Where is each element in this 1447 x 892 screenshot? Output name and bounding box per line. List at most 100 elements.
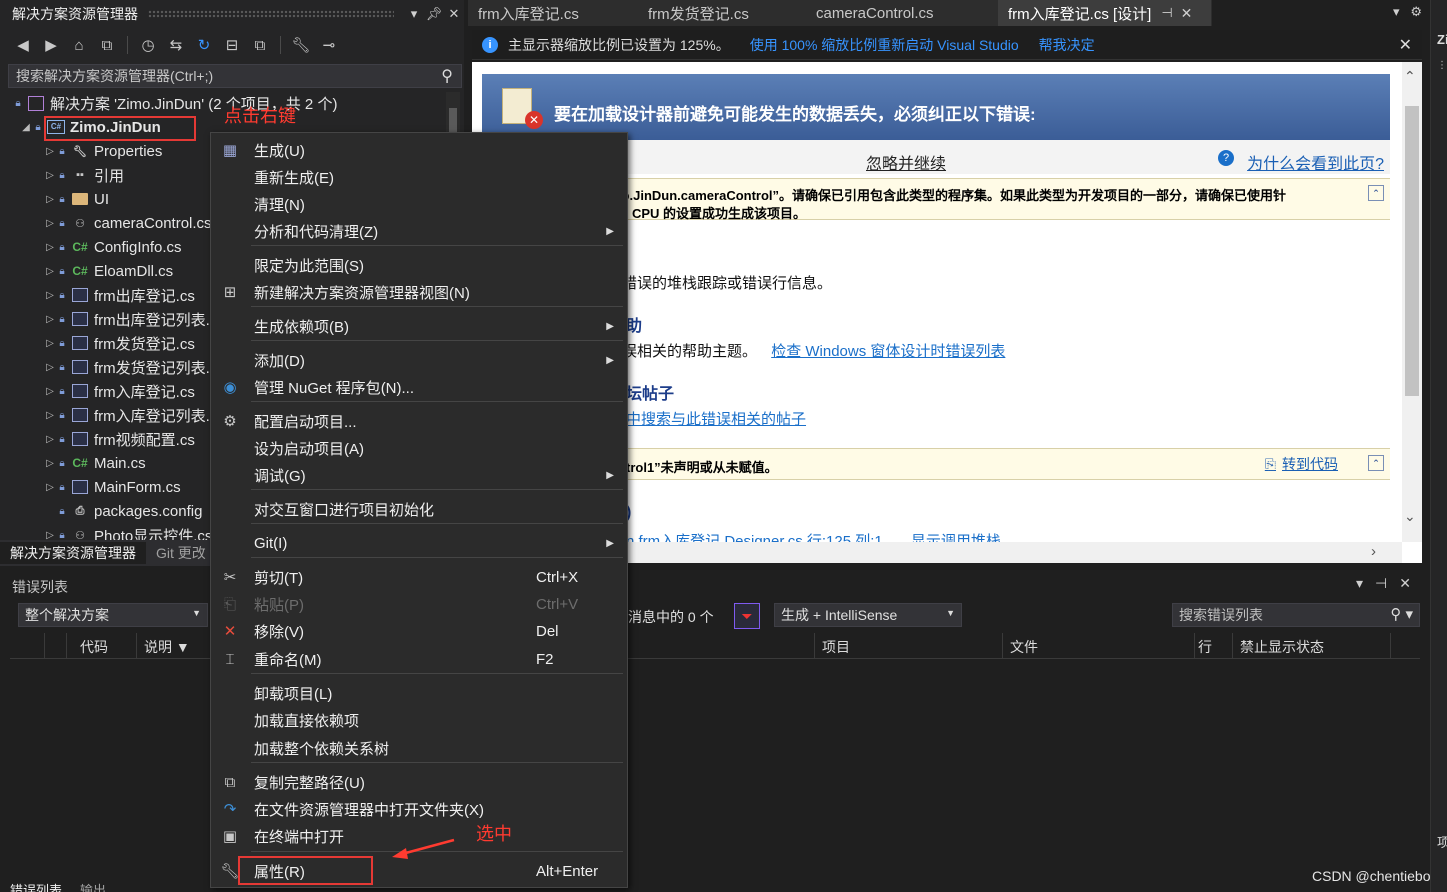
close-icon[interactable]: ✕ [1181, 5, 1193, 22]
properties-wrench-icon[interactable]: 🔧︎ [290, 34, 312, 56]
menu-item[interactable]: 限定为此范围(S) [212, 252, 626, 278]
solution-search-input[interactable]: 搜索解决方案资源管理器(Ctrl+;) ⚲ [8, 64, 462, 88]
side-panel-label-bottom[interactable]: 项 [1437, 832, 1447, 851]
expand-arrow-icon[interactable]: ▷ [44, 530, 56, 541]
scroll-up-icon[interactable]: ⌃ [1404, 68, 1416, 85]
expand-arrow-icon[interactable]: ▷ [44, 338, 56, 349]
chevron-down-icon[interactable]: ▾ [1356, 575, 1363, 592]
tab-overflow-icon[interactable]: ▾ ⚙ [1393, 4, 1422, 20]
goto-code-link[interactable]: ⎘ 转到代码 [1265, 454, 1338, 474]
column-project[interactable]: 项目 [822, 637, 850, 657]
tab-solution-explorer[interactable]: 解决方案资源管理器 [0, 542, 146, 564]
column-file[interactable]: 文件 [1010, 637, 1038, 657]
expanded-arrow-icon[interactable]: ◢ [20, 122, 32, 133]
tab-error-list[interactable]: 错误列表 [6, 880, 66, 892]
scroll-thumb[interactable] [1405, 106, 1419, 396]
menu-item[interactable]: 重新生成(E) [212, 164, 626, 190]
tab-frm-shipping-cs[interactable]: frm发货登记.cs [638, 0, 806, 26]
side-panel-icon[interactable]: ⋮⋮ [1437, 60, 1447, 71]
scope-dropdown[interactable]: 整个解决方案 ▼ [18, 603, 208, 627]
scroll-thumb[interactable] [449, 108, 457, 134]
side-panel-label[interactable]: Zim [1437, 32, 1447, 47]
forum-search-link[interactable]: 中搜索与此错误相关的帖子 [626, 408, 806, 429]
chevron-down-icon[interactable]: ▾ [404, 6, 424, 22]
switch-views-icon[interactable]: ⧉ [96, 34, 118, 56]
ignore-and-continue-link[interactable]: 忽略并继续 [866, 150, 946, 174]
filter-icon[interactable]: ⏷ [734, 603, 760, 629]
designer-file-link[interactable]: n frm入库登记.Designer.cs 行:125 列:1 [626, 533, 883, 542]
menu-item[interactable]: Git(I) ▶ [212, 530, 626, 556]
designer-vertical-scrollbar[interactable]: ⌃ ⌄ [1402, 62, 1422, 542]
menu-item[interactable]: 调试(G) ▶ [212, 462, 626, 488]
expand-arrow-icon[interactable]: ▷ [44, 314, 56, 325]
collapse-all-icon[interactable]: ⊟ [221, 34, 243, 56]
pin-icon[interactable]: 📌︎ [424, 6, 444, 22]
scroll-right-icon[interactable]: › [1371, 543, 1376, 560]
menu-item[interactable]: 对交互窗口进行项目初始化 [212, 496, 626, 522]
column-suppression[interactable]: 禁止显示状态 [1240, 637, 1324, 657]
tab-git-changes[interactable]: Git 更改 [146, 542, 216, 564]
menu-item[interactable]: ✕ 移除(V) Del [212, 618, 626, 644]
search-icon[interactable]: ⚲ ▾ [1390, 605, 1413, 623]
messages-filter-button[interactable]: 消息中的 0 个 [628, 607, 714, 627]
expand-arrow-icon[interactable]: ▷ [44, 362, 56, 373]
pin-icon[interactable]: ⊣ [1161, 5, 1172, 21]
why-see-this-link[interactable]: 为什么会看到此页? [1247, 150, 1384, 174]
tab-frm-inbound-designer[interactable]: frm入库登记.cs [设计] ⊣ ✕ [998, 0, 1212, 26]
column-line[interactable]: 行 [1198, 637, 1212, 657]
back-icon[interactable]: ◀ [12, 34, 34, 56]
expand-arrow-icon[interactable]: ▷ [44, 434, 56, 445]
expand-arrow-icon[interactable]: ▷ [44, 386, 56, 397]
preview-icon[interactable]: ⊸ [318, 34, 340, 56]
restart-100-link[interactable]: 使用 100% 缩放比例重新启动 Visual Studio [750, 35, 1019, 55]
expand-arrow-icon[interactable]: ▷ [44, 290, 56, 301]
expand-arrow-icon[interactable]: ▷ [44, 410, 56, 421]
expand-arrow-icon[interactable]: ▷ [44, 482, 56, 493]
scroll-down-icon[interactable]: ⌄ [1404, 508, 1416, 525]
pin-icon[interactable]: ⊣ [1375, 575, 1387, 592]
menu-item[interactable]: 添加(D) ▶ [212, 347, 626, 373]
expand-arrow-icon[interactable]: ▷ [44, 146, 56, 157]
tab-camera-control-cs[interactable]: cameraControl.cs [806, 0, 998, 26]
close-icon[interactable]: ✕ [1399, 575, 1411, 592]
home-icon[interactable]: ⌂ [68, 34, 90, 56]
show-call-stack-link[interactable]: 显示调用堆栈 [911, 533, 1001, 542]
menu-item[interactable]: 生成依赖项(B) ▶ [212, 313, 626, 339]
error-search-input[interactable]: 搜索错误列表 ⚲ ▾ [1172, 603, 1420, 627]
menu-item[interactable]: ▦ 生成(U) [212, 137, 626, 163]
menu-item[interactable]: 加载直接依赖项 [212, 707, 626, 733]
tab-output[interactable]: 输出 [80, 880, 106, 892]
column-code[interactable]: 代码 [80, 637, 108, 657]
menu-item[interactable]: ◉ 管理 NuGet 程序包(N)... [212, 374, 626, 400]
menu-item[interactable]: 分析和代码清理(Z) ▶ [212, 218, 626, 244]
close-icon[interactable]: ✕ [1399, 35, 1412, 55]
show-all-files-icon[interactable]: ⧉ [249, 34, 271, 56]
help-me-decide-link[interactable]: 帮我决定 [1039, 35, 1095, 55]
expand-arrow-icon[interactable]: ▷ [44, 194, 56, 205]
expand-arrow-icon[interactable]: ▷ [44, 242, 56, 253]
sync-icon[interactable]: ⇆ [165, 34, 187, 56]
build-filter-dropdown[interactable]: 生成 + IntelliSense ▼ [774, 603, 962, 627]
menu-item[interactable]: ✂ 剪切(T) Ctrl+X [212, 564, 626, 590]
refresh-icon[interactable]: ↻ [193, 34, 215, 56]
expand-arrow-icon[interactable]: ▷ [44, 170, 56, 181]
forward-icon[interactable]: ▶ [40, 34, 62, 56]
menu-item[interactable]: 清理(N) [212, 191, 626, 217]
menu-item[interactable]: 卸载项目(L) [212, 680, 626, 706]
tab-frm-inbound-cs[interactable]: frm入库登记.cs [468, 0, 638, 26]
drag-grip[interactable] [148, 10, 394, 18]
menu-item[interactable]: 设为启动项目(A) [212, 435, 626, 461]
collapse-icon[interactable]: ⌃ [1368, 455, 1384, 471]
pending-changes-icon[interactable]: ◷ [137, 34, 159, 56]
close-icon[interactable]: ✕ [444, 6, 464, 22]
collapse-icon[interactable]: ⌃ [1368, 185, 1384, 201]
winforms-error-list-link[interactable]: 检查 Windows 窗体设计时错误列表 [771, 343, 1005, 360]
menu-item[interactable]: ⌶ 重命名(M) F2 [212, 646, 626, 672]
expand-arrow-icon[interactable]: ▷ [44, 266, 56, 277]
tree-solution-node[interactable]: 🔒︎ 解决方案 'Zimo.JinDun' (2 个项目，共 2 个) [0, 91, 444, 115]
column-description[interactable]: 说明 ▼ [144, 637, 190, 657]
menu-item[interactable]: ⊞ 新建解决方案资源管理器视图(N) [212, 279, 626, 305]
menu-item[interactable]: ↷ 在文件资源管理器中打开文件夹(X) [212, 796, 626, 822]
menu-item[interactable]: ⚙ 配置启动项目... [212, 408, 626, 434]
search-icon[interactable]: ⚲ [441, 66, 453, 86]
